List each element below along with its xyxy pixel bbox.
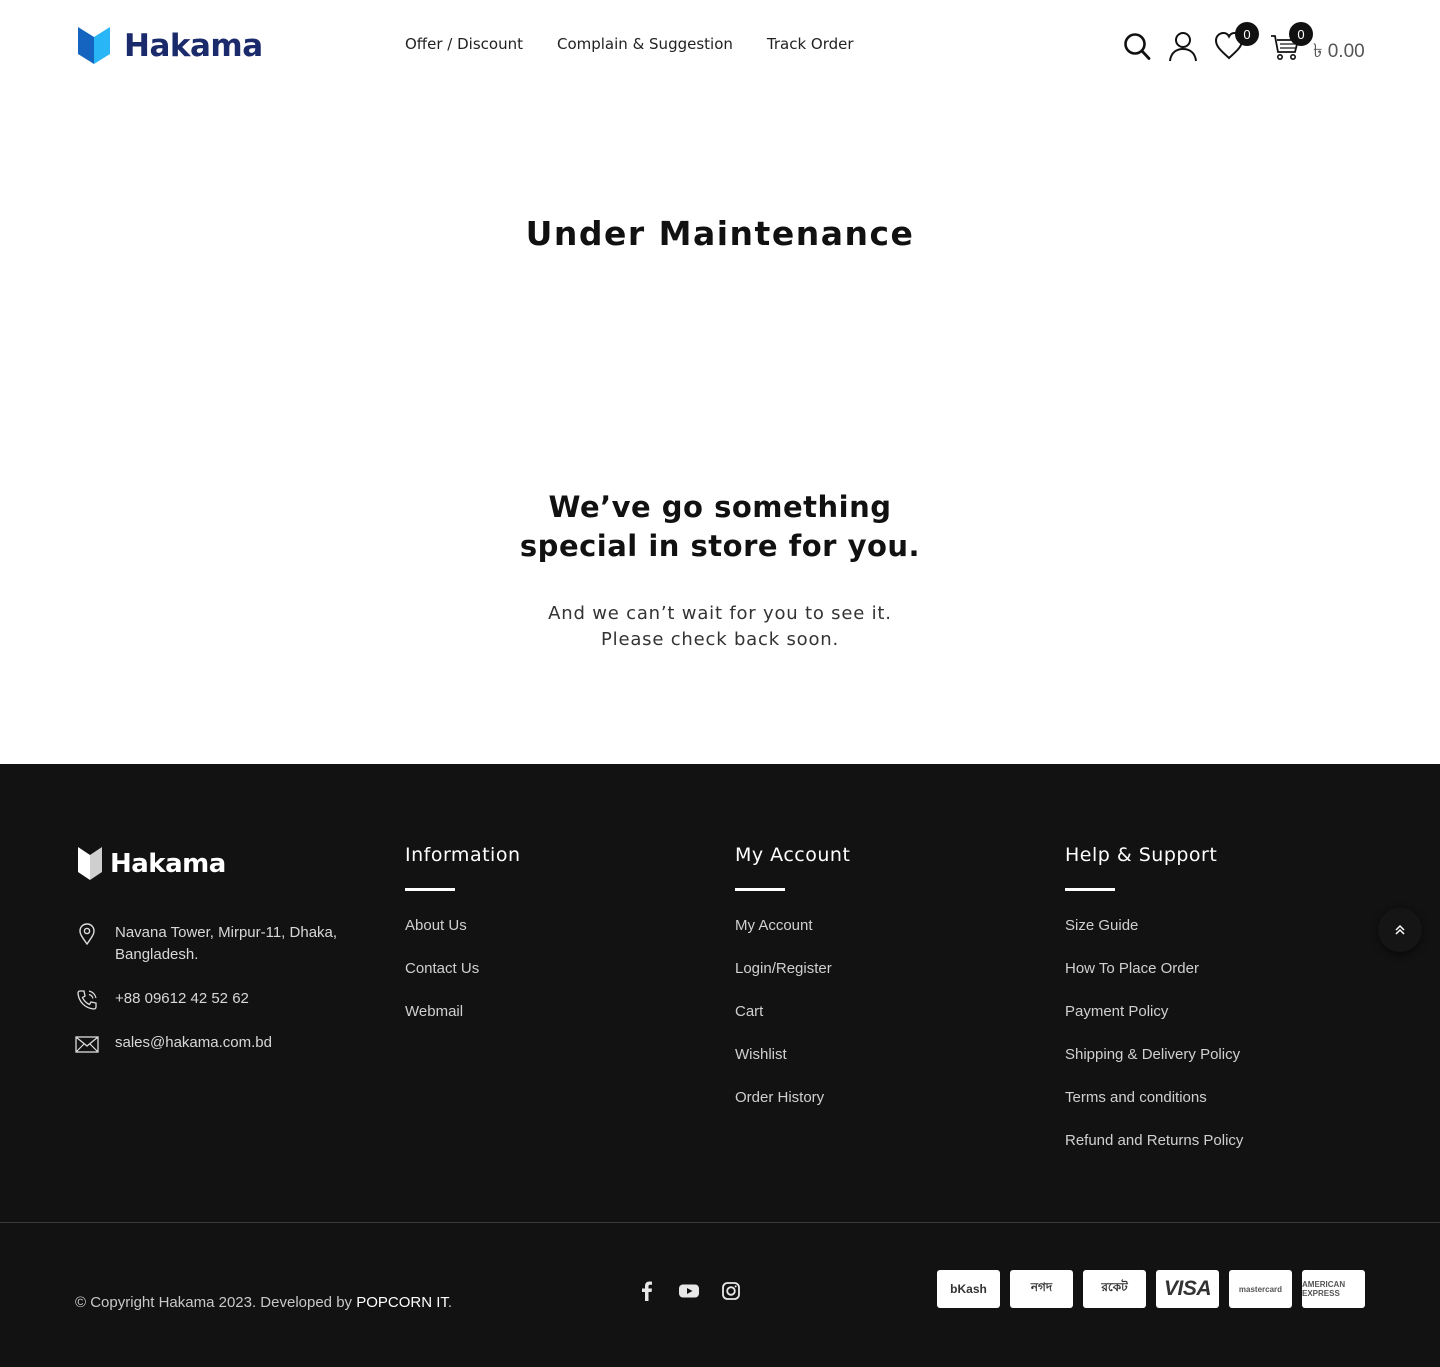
search-icon[interactable] <box>1122 30 1152 62</box>
cart-count-badge: 0 <box>1289 22 1313 46</box>
link-about-us[interactable]: About Us <box>405 916 520 935</box>
footer-phone: +88 09612 42 52 62 <box>75 988 249 1012</box>
developer-link[interactable]: POPCORN IT <box>356 1294 448 1311</box>
site-logo[interactable]: Hakama <box>78 27 263 64</box>
footer-logo-mark-icon <box>78 847 102 880</box>
copyright: © Copyright Hakama 2023. Developed by PO… <box>75 1294 452 1311</box>
link-shipping-delivery-policy[interactable]: Shipping & Delivery Policy <box>1065 1045 1243 1064</box>
logo-mark-icon <box>78 27 110 64</box>
footer-col-title: My Account <box>735 844 851 866</box>
payment-methods: bKash নগদ রকেট VISA mastercard AMERICAN … <box>937 1270 1365 1308</box>
double-chevron-up-icon <box>1395 924 1405 935</box>
scroll-to-top-button[interactable] <box>1378 908 1422 952</box>
footer-col-my-account: My Account My Account Login/Register Car… <box>735 844 850 1131</box>
logo-text: Hakama <box>124 27 263 64</box>
footer-col-title: Help & Support <box>1065 844 1218 866</box>
headline-line-2: special in store for you. <box>519 529 921 563</box>
maintenance-subtext: And we can’t wait for you to see it. Ple… <box>470 601 970 653</box>
footer-col-information: Information About Us Contact Us Webmail <box>405 844 520 1045</box>
location-pin-icon <box>79 923 95 946</box>
payment-visa: VISA <box>1156 1270 1219 1308</box>
link-contact-us[interactable]: Contact Us <box>405 959 520 978</box>
cart-total[interactable]: ৳ 0.00 <box>1313 37 1365 69</box>
copyright-text: © Copyright Hakama 2023. Developed by <box>75 1294 357 1311</box>
header-actions: 0 0 ৳ 0.00 <box>1122 22 1372 64</box>
facebook-icon[interactable] <box>636 1280 658 1302</box>
mail-icon <box>75 1036 99 1053</box>
payment-amex: AMERICAN EXPRESS <box>1302 1270 1365 1308</box>
link-my-account[interactable]: My Account <box>735 916 850 935</box>
email-text[interactable]: sales@hakama.com.bd <box>115 1032 272 1054</box>
site-footer: Hakama Navana Tower, Mirpur-11, Dhaka, B… <box>0 764 1440 1367</box>
payment-mastercard: mastercard <box>1229 1270 1292 1308</box>
nav-track-order[interactable]: Track Order <box>767 35 854 53</box>
youtube-icon[interactable] <box>678 1280 700 1302</box>
copyright-period: . <box>447 1294 453 1311</box>
maintenance-headline: We’ve go something special in store for … <box>470 488 970 566</box>
social-links <box>636 1280 742 1302</box>
footer-col-help-support: Help & Support Size Guide How To Place O… <box>1065 844 1243 1174</box>
title-underline <box>405 888 455 891</box>
footer-logo[interactable]: Hakama <box>78 847 226 880</box>
page-title: Under Maintenance <box>525 214 915 253</box>
footer-col-title: Information <box>405 844 521 866</box>
headline-line-1: We’ve go something <box>548 490 892 524</box>
link-wishlist[interactable]: Wishlist <box>735 1045 850 1064</box>
link-order-history[interactable]: Order History <box>735 1088 850 1107</box>
site-header: Hakama Offer / Discount Complain & Sugge… <box>0 0 1440 92</box>
nav-complain-suggestion[interactable]: Complain & Suggestion <box>557 35 733 53</box>
phone-text[interactable]: +88 09612 42 52 62 <box>115 988 249 1010</box>
address-text: Navana Tower, Mirpur-11, Dhaka, Banglade… <box>115 924 338 963</box>
link-webmail[interactable]: Webmail <box>405 1002 520 1021</box>
wishlist-count-badge: 0 <box>1235 22 1259 46</box>
instagram-icon[interactable] <box>720 1280 742 1302</box>
footer-logo-text: Hakama <box>110 848 226 879</box>
subtext-line-2: Please check back soon. <box>601 629 839 650</box>
link-how-to-place-order[interactable]: How To Place Order <box>1065 959 1243 978</box>
link-payment-policy[interactable]: Payment Policy <box>1065 1002 1243 1021</box>
link-terms-conditions[interactable]: Terms and conditions <box>1065 1088 1243 1107</box>
link-refund-returns-policy[interactable]: Refund and Returns Policy <box>1065 1131 1243 1150</box>
footer-address: Navana Tower, Mirpur-11, Dhaka, Banglade… <box>75 922 365 966</box>
link-cart[interactable]: Cart <box>735 1002 850 1021</box>
link-login-register[interactable]: Login/Register <box>735 959 850 978</box>
payment-bkash: bKash <box>937 1270 1000 1308</box>
footer-divider <box>0 1222 1440 1223</box>
payment-rocket: রকেট <box>1083 1270 1146 1308</box>
phone-icon <box>77 990 97 1010</box>
title-underline <box>735 888 785 891</box>
payment-nagad: নগদ <box>1010 1270 1073 1308</box>
footer-email: sales@hakama.com.bd <box>75 1032 272 1056</box>
title-underline <box>1065 888 1115 891</box>
subtext-line-1: And we can’t wait for you to see it. <box>548 603 892 624</box>
nav-offer-discount[interactable]: Offer / Discount <box>405 35 523 53</box>
user-icon[interactable] <box>1168 30 1198 62</box>
link-size-guide[interactable]: Size Guide <box>1065 916 1243 935</box>
main-nav: Offer / Discount Complain & Suggestion T… <box>405 35 854 53</box>
